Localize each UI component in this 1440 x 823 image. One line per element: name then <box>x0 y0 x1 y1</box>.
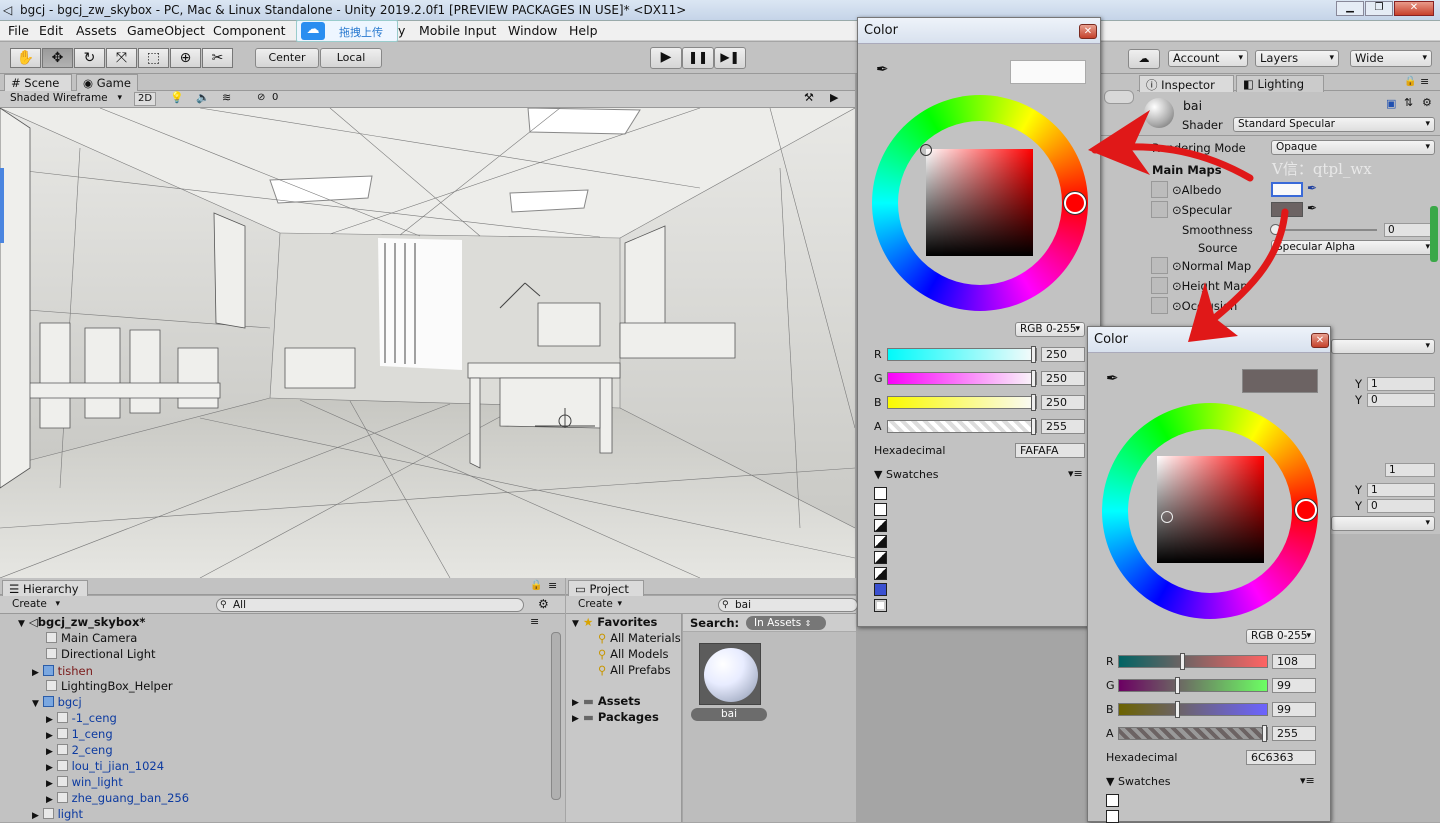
annotation-arrows <box>1088 110 1289 342</box>
